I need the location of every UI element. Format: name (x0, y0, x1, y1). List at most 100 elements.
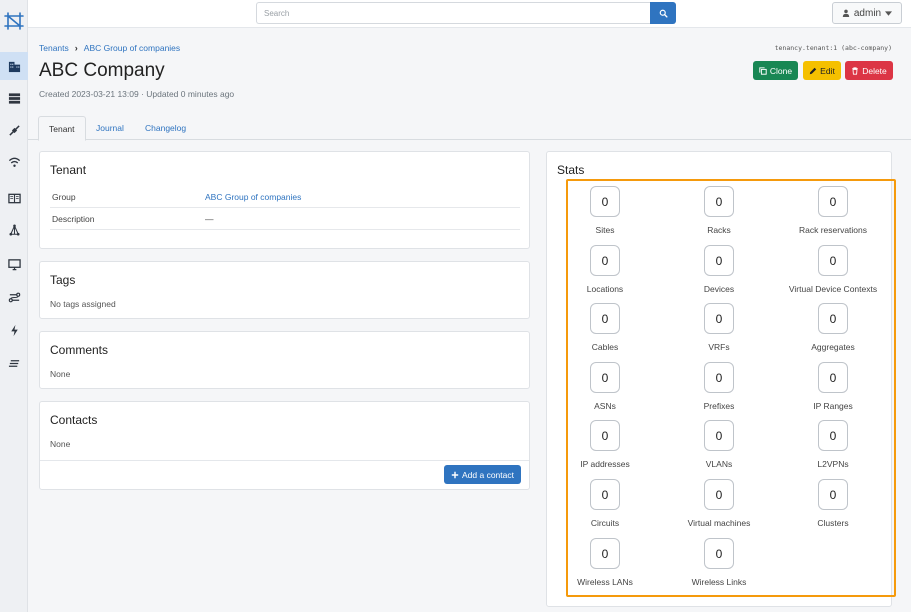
stat-prefixes[interactable]: 0 Prefixes (664, 362, 774, 412)
user-menu-button[interactable]: admin (832, 2, 902, 24)
power-icon[interactable] (0, 316, 28, 344)
stat-rack-reservations[interactable]: 0 Rack reservations (778, 186, 888, 236)
stat-label: Prefixes (703, 401, 735, 411)
stat-count[interactable]: 0 (704, 245, 734, 276)
circuits-icon[interactable] (0, 283, 28, 311)
comments-card-title: Comments (50, 343, 109, 357)
search-button[interactable] (650, 2, 676, 24)
stat-count[interactable]: 0 (818, 479, 848, 510)
stat-count[interactable]: 0 (590, 538, 620, 569)
page-subtitle: Created 2023-03-21 13:09 · Updated 0 min… (39, 89, 235, 99)
stat-count[interactable]: 0 (590, 245, 620, 276)
other-icon[interactable] (0, 349, 28, 377)
tenant-card: Tenant Group ABC Group of companies Desc… (39, 151, 530, 249)
stat-count[interactable]: 0 (590, 362, 620, 393)
tab-journal[interactable]: Journal (86, 116, 134, 140)
stat-count[interactable]: 0 (818, 303, 848, 334)
netbox-logo-icon[interactable] (4, 10, 24, 32)
stat-label: Virtual machines (687, 518, 751, 528)
stat-circuits[interactable]: 0 Circuits (550, 479, 660, 529)
edit-button[interactable]: Edit (803, 61, 841, 80)
comments-empty-text: None (50, 369, 71, 379)
stat-count[interactable]: 0 (590, 420, 620, 451)
stat-count[interactable]: 0 (590, 186, 620, 217)
table-row: Description — (50, 208, 520, 230)
stat-count[interactable]: 0 (704, 362, 734, 393)
stat-vlans[interactable]: 0 VLANs (664, 420, 774, 470)
search-input[interactable] (256, 2, 650, 24)
stat-ip-addresses[interactable]: 0 IP addresses (550, 420, 660, 470)
wireless-icon[interactable] (0, 148, 28, 176)
tags-card: Tags No tags assigned (39, 261, 530, 319)
organization-icon[interactable] (0, 52, 28, 80)
stat-count[interactable]: 0 (704, 538, 734, 569)
clone-label: Clone (769, 65, 793, 76)
contacts-empty-text: None (50, 439, 71, 449)
stat-label: L2VPNs (817, 459, 849, 469)
breadcrumb-tenants[interactable]: Tenants (39, 43, 69, 53)
ipam-icon[interactable] (0, 184, 28, 212)
stat-count[interactable]: 0 (704, 479, 734, 510)
stat-devices[interactable]: 0 Devices (664, 245, 774, 295)
stat-count[interactable]: 0 (818, 245, 848, 276)
stat-virtual-device-contexts[interactable]: 0 Virtual Device Contexts (778, 245, 888, 295)
tab-changelog[interactable]: Changelog (135, 116, 196, 140)
virtualization-icon[interactable] (0, 250, 28, 278)
table-row: Group ABC Group of companies (50, 186, 520, 208)
stat-ip-ranges[interactable]: 0 IP Ranges (778, 362, 888, 412)
stat-count[interactable]: 0 (590, 303, 620, 334)
stat-wireless-lans[interactable]: 0 Wireless LANs (550, 538, 660, 588)
connections-icon[interactable] (0, 116, 28, 144)
stat-count[interactable]: 0 (704, 186, 734, 217)
stat-sites[interactable]: 0 Sites (550, 186, 660, 236)
stat-cables[interactable]: 0 Cables (550, 303, 660, 353)
stat-locations[interactable]: 0 Locations (550, 245, 660, 295)
comments-card: Comments None (39, 331, 530, 389)
stat-label: ASNs (594, 401, 616, 411)
tab-tenant[interactable]: Tenant (38, 116, 86, 141)
stats-card-title: Stats (557, 163, 585, 177)
stat-label: Locations (586, 284, 624, 294)
contacts-card: Contacts None Add a contact (39, 401, 530, 490)
clone-button[interactable]: Clone (753, 61, 798, 80)
object-identifier: tenancy.tenant:1 (abc-company) (774, 44, 892, 52)
stat-label: Virtual Device Contexts (788, 284, 878, 294)
stat-count[interactable]: 0 (704, 303, 734, 334)
stat-label: Clusters (817, 518, 849, 528)
stat-label: Rack reservations (798, 225, 868, 235)
contacts-card-title: Contacts (50, 413, 98, 427)
stat-asns[interactable]: 0 ASNs (550, 362, 660, 412)
top-bar: admin (28, 0, 911, 28)
add-contact-button[interactable]: Add a contact (444, 465, 521, 484)
breadcrumb: Tenants › ABC Group of companies (39, 43, 180, 53)
breadcrumb-separator: › (74, 43, 78, 53)
stat-count[interactable]: 0 (590, 479, 620, 510)
stat-count[interactable]: 0 (818, 420, 848, 451)
user-name: admin (853, 7, 882, 19)
delete-label: Delete (862, 65, 887, 76)
stat-count[interactable]: 0 (818, 362, 848, 393)
tenant-group-link[interactable]: ABC Group of companies (205, 192, 301, 202)
sidebar (0, 0, 28, 612)
breadcrumb-group[interactable]: ABC Group of companies (84, 43, 180, 53)
stat-l2vpns[interactable]: 0 L2VPNs (778, 420, 888, 470)
stat-virtual-machines[interactable]: 0 Virtual machines (664, 479, 774, 529)
search-icon (659, 9, 668, 18)
stat-label: Aggregates (811, 342, 855, 352)
tags-card-title: Tags (50, 273, 76, 287)
stat-racks[interactable]: 0 Racks (664, 186, 774, 236)
stat-aggregates[interactable]: 0 Aggregates (778, 303, 888, 353)
stat-clusters[interactable]: 0 Clusters (778, 479, 888, 529)
stat-label: Cables (591, 342, 619, 352)
add-contact-label: Add a contact (462, 469, 514, 480)
devices-icon[interactable] (0, 84, 28, 112)
stat-count[interactable]: 0 (818, 186, 848, 217)
stat-vrfs[interactable]: 0 VRFs (664, 303, 774, 353)
stat-label: VLANs (705, 459, 733, 469)
stat-count[interactable]: 0 (704, 420, 734, 451)
tenant-card-title: Tenant (50, 163, 87, 177)
contacts-card-footer: Add a contact (40, 460, 529, 490)
stat-wireless-links[interactable]: 0 Wireless Links (664, 538, 774, 588)
overlay-icon[interactable] (0, 216, 28, 244)
delete-button[interactable]: Delete (845, 61, 893, 80)
